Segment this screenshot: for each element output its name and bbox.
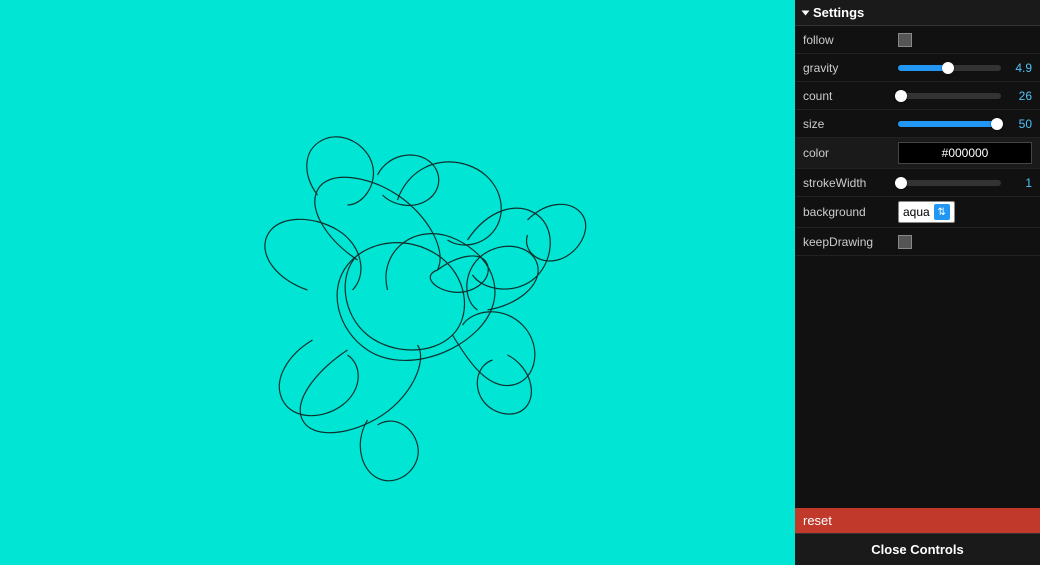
color-row: color #000000	[795, 138, 1040, 169]
close-controls-button[interactable]: Close Controls	[795, 533, 1040, 565]
collapse-icon	[802, 10, 810, 15]
size-fill	[898, 121, 997, 127]
drawing-svg	[0, 0, 795, 565]
strokewidth-label: strokeWidth	[803, 176, 898, 190]
count-slider[interactable]	[898, 93, 1001, 99]
close-controls-label: Close Controls	[871, 542, 963, 557]
gravity-fill	[898, 65, 948, 71]
keepdrawing-row: keepDrawing	[795, 228, 1040, 256]
color-control: #000000	[898, 142, 1032, 164]
strokewidth-control: 1	[898, 176, 1032, 190]
canvas-area[interactable]	[0, 0, 795, 565]
color-label: color	[803, 146, 898, 160]
reset-button[interactable]: reset	[795, 508, 1040, 533]
background-value: aqua	[903, 205, 930, 219]
follow-control	[898, 33, 1032, 47]
settings-panel: Settings follow gravity 4.9 count	[795, 0, 1040, 565]
gravity-value: 4.9	[1007, 61, 1032, 75]
count-thumb[interactable]	[895, 90, 907, 102]
count-value: 26	[1007, 89, 1032, 103]
settings-header: Settings	[795, 0, 1040, 26]
size-control: 50	[898, 117, 1032, 131]
gravity-label: gravity	[803, 61, 898, 75]
gravity-control: 4.9	[898, 61, 1032, 75]
count-control: 26	[898, 89, 1032, 103]
background-select-arrow: ⇅	[934, 204, 950, 220]
gravity-slider[interactable]	[898, 65, 1001, 71]
size-value: 50	[1007, 117, 1032, 131]
keepdrawing-control	[898, 235, 1032, 249]
gravity-thumb[interactable]	[942, 62, 954, 74]
background-control: aqua ⇅	[898, 201, 1032, 223]
settings-title: Settings	[813, 5, 864, 20]
size-row: size 50	[795, 110, 1040, 138]
color-swatch[interactable]: #000000	[898, 142, 1032, 164]
keepdrawing-label: keepDrawing	[803, 235, 898, 249]
gravity-row: gravity 4.9	[795, 54, 1040, 82]
size-label: size	[803, 117, 898, 131]
strokewidth-row: strokeWidth 1	[795, 169, 1040, 197]
reset-label: reset	[803, 513, 832, 528]
size-slider[interactable]	[898, 121, 1001, 127]
follow-checkbox[interactable]	[898, 33, 912, 47]
settings-rows: follow gravity 4.9 count	[795, 26, 1040, 508]
strokewidth-value: 1	[1007, 176, 1032, 190]
background-select[interactable]: aqua ⇅	[898, 201, 955, 223]
count-label: count	[803, 89, 898, 103]
background-label: background	[803, 205, 898, 219]
strokewidth-slider[interactable]	[898, 180, 1001, 186]
count-row: count 26	[795, 82, 1040, 110]
size-thumb[interactable]	[991, 118, 1003, 130]
strokewidth-thumb[interactable]	[895, 177, 907, 189]
keepdrawing-checkbox[interactable]	[898, 235, 912, 249]
follow-label: follow	[803, 33, 898, 47]
background-row: background aqua ⇅	[795, 197, 1040, 228]
follow-row: follow	[795, 26, 1040, 54]
